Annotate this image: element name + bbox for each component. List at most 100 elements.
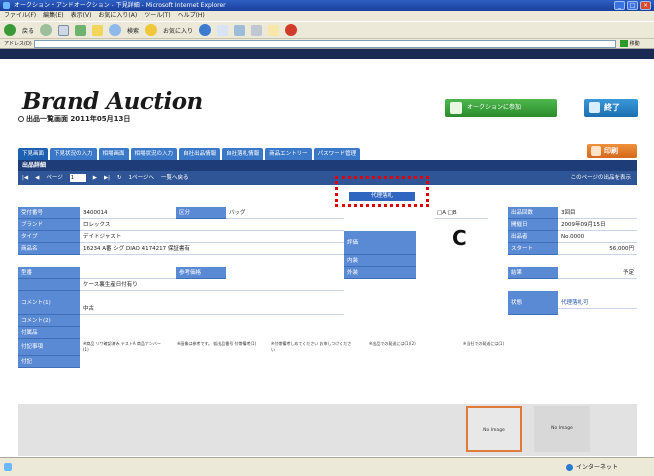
value-model-no <box>80 267 176 279</box>
favorites-star-icon[interactable] <box>145 24 158 36</box>
exit-label: 終了 <box>604 103 620 112</box>
back-label[interactable]: 戻る <box>22 26 34 35</box>
address-bar: アドレス(D) 移動 <box>0 39 654 49</box>
note-item: ※出品での発送には(1)(2) <box>369 341 416 346</box>
printer-icon <box>591 146 601 156</box>
menu-favorites[interactable]: お気に入り(A) <box>98 11 137 21</box>
status-bar: インターネット <box>0 457 654 476</box>
note-item: ※商品 リサ確認済み テストA 商品ナンバー(1) <box>83 341 161 352</box>
grid-spacer <box>344 207 434 219</box>
back-arrow-icon[interactable] <box>4 24 16 36</box>
menubar: ファイル(F) 編集(E) 表示(V) お気に入り(A) ツール(T) ヘルプ(… <box>0 11 654 21</box>
tab-preview-input[interactable]: 下見状況の入力 <box>50 148 97 160</box>
subtitle-text: 出品一覧画面 2011年05月13日 <box>26 115 131 123</box>
product-image[interactable]: No Image <box>534 406 590 452</box>
notes-content: ※商品 リサ確認済み テストA 商品ナンバー(1) ※画像は参考です。 仮出品番… <box>80 339 637 356</box>
messenger-icon[interactable] <box>285 24 298 36</box>
value-start: 56,000円 <box>558 243 637 255</box>
label-comment-2: コメント(2) <box>18 315 80 327</box>
value-status: 代理落札可 <box>558 297 637 309</box>
tab-market-input[interactable]: 相場状況の入力 <box>130 148 178 160</box>
menu-file[interactable]: ファイル(F) <box>4 11 36 21</box>
security-zone: インターネット <box>566 462 618 471</box>
label-seller: 出品者 <box>508 231 558 243</box>
maximize-button[interactable]: □ <box>627 1 638 10</box>
section-title: 出品詳細 <box>18 160 637 171</box>
print-button[interactable]: 印刷 <box>587 144 637 158</box>
first-page-link[interactable]: 1ページへ <box>129 171 154 185</box>
page-content: Brand Auction 出品一覧画面 2011年05月13日 オークションに… <box>0 59 654 457</box>
main-tabs: 下見画面 下見状況の入力 相場画面 相場状況の入力 自社出品情報 自社落札情報 … <box>18 148 361 160</box>
menu-view[interactable]: 表示(V) <box>71 11 92 21</box>
address-input[interactable] <box>34 40 616 48</box>
tab-own-listing[interactable]: 自社出品情報 <box>179 148 221 160</box>
zone-label: インターネット <box>576 464 619 471</box>
forward-arrow-icon[interactable] <box>40 24 53 36</box>
label-type: タイプ <box>18 231 80 243</box>
window-controls: _ □ × <box>614 1 651 10</box>
minimize-button[interactable]: _ <box>614 1 625 10</box>
go-label: 移動 <box>629 41 640 47</box>
exit-button[interactable]: 終了 <box>584 99 638 117</box>
refresh-button[interactable]: ↻ <box>117 171 122 185</box>
search-icon[interactable] <box>109 24 122 36</box>
label-product-name: 商品名 <box>18 243 80 255</box>
refresh-icon[interactable] <box>75 24 87 36</box>
proxy-bid-button[interactable]: 代理落札 <box>349 192 415 201</box>
media-icon[interactable] <box>199 24 212 36</box>
page-number-input[interactable]: 1 <box>69 174 86 182</box>
menu-help[interactable]: ヘルプ(H) <box>178 11 205 21</box>
value-date: 2009年09月15日 <box>558 219 637 231</box>
grid-row: タイプ デイトジャスト 評価 出品者 No.0000 <box>18 231 637 255</box>
menu-tools[interactable]: ツール(T) <box>144 11 170 21</box>
last-record-button[interactable]: ▶| <box>104 171 110 185</box>
grid-row: ケース裏生産日付有り <box>18 279 637 291</box>
folder-icon[interactable] <box>268 24 280 36</box>
tab-product-entry[interactable]: 商品エントリー <box>265 148 312 160</box>
search-label[interactable]: 検索 <box>127 26 139 35</box>
first-record-button[interactable]: |◀ <box>22 171 28 185</box>
brand-logo: Brand Auction <box>22 88 203 115</box>
exit-icon <box>589 102 600 113</box>
home-icon[interactable] <box>92 24 104 36</box>
tab-preview[interactable]: 下見画面 <box>18 148 49 160</box>
page-subtitle: 出品一覧画面 2011年05月13日 <box>18 114 130 124</box>
prev-record-button[interactable]: ◀ <box>35 171 39 185</box>
print-label: 印刷 <box>604 147 618 155</box>
label-accessories: 付属品 <box>18 327 80 339</box>
header-band <box>0 49 654 59</box>
value-product-name: 16234 A番 シグ DIAO 4174217 保証書有 <box>80 243 344 255</box>
grid-row: 付属品 <box>18 327 637 339</box>
note-item: ※画像は参考です。 仮出品番号 付帯備考(1) <box>177 341 257 346</box>
value-checkboxes[interactable]: □A □B <box>434 207 488 219</box>
tab-market[interactable]: 相場画面 <box>98 148 129 160</box>
join-auction-label: オークションに参加 <box>467 104 522 111</box>
join-auction-button[interactable]: オークションに参加 <box>445 99 557 117</box>
mail-icon[interactable] <box>234 24 246 36</box>
label-brand: ブランド <box>18 219 80 231</box>
back-to-list-link[interactable]: 一覧へ戻る <box>161 171 189 185</box>
page-label: ページ <box>46 175 63 181</box>
next-record-button[interactable]: ▶ <box>93 171 97 185</box>
auction-icon <box>450 102 462 114</box>
note-item: ※当社での発送には(1) <box>463 341 505 346</box>
show-listing-link[interactable]: このページの出品を表示 <box>571 171 631 185</box>
label-reference-price: 参考価格 <box>176 267 226 279</box>
note-item: ※付帯備考しめてください お申しつけください <box>271 341 352 352</box>
product-image-selected[interactable]: No Image <box>466 406 522 452</box>
history-icon[interactable] <box>217 24 229 36</box>
stop-icon[interactable] <box>58 24 70 36</box>
print-icon[interactable] <box>251 24 263 36</box>
favorites-label[interactable]: お気に入り <box>163 26 193 35</box>
go-button[interactable]: 移動 <box>620 40 650 48</box>
menu-edit[interactable]: 編集(E) <box>43 11 63 21</box>
grid-row: 受付番号 3400014 区分 バッグ □A □B 出品回数 3回目 <box>18 207 637 219</box>
go-arrow-icon <box>620 40 628 47</box>
value-category: バッグ <box>226 207 344 219</box>
annotation-letter: C <box>452 226 467 250</box>
value-receipt-no: 3400014 <box>80 207 176 219</box>
label-date: 開催日 <box>508 219 558 231</box>
tab-password[interactable]: パスワード管理 <box>313 148 361 160</box>
tab-own-winning[interactable]: 自社落札情報 <box>222 148 264 160</box>
close-button[interactable]: × <box>640 1 651 10</box>
